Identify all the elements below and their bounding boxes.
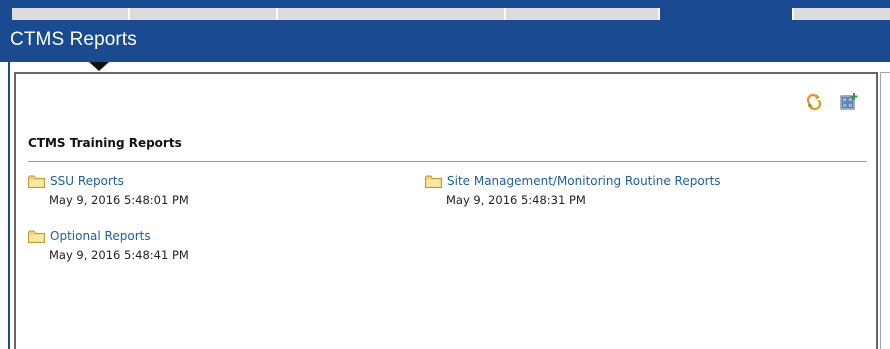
right-border-tick	[880, 72, 890, 73]
page-title: CTMS Reports	[10, 29, 137, 50]
folder-icon	[28, 230, 45, 243]
section-title: CTMS Training Reports	[28, 136, 182, 150]
add-panel-icon[interactable]	[839, 92, 859, 112]
refresh-icon[interactable]	[804, 92, 824, 112]
report-name[interactable]: Optional Reports	[50, 229, 151, 243]
report-date: May 9, 2016 5:48:01 PM	[49, 193, 189, 207]
left-border	[8, 62, 10, 349]
tab-1[interactable]	[12, 8, 128, 20]
tab-2[interactable]	[130, 8, 276, 20]
report-item: Optional Reports May 9, 2016 5:48:41 PM	[28, 229, 189, 262]
page: CTMS Reports CTMS Training Reports SSU R…	[0, 0, 890, 349]
folder-icon	[28, 175, 45, 188]
folder-icon	[425, 175, 442, 188]
report-item: Site Management/Monitoring Routine Repor…	[425, 174, 721, 207]
tab-6[interactable]	[794, 8, 890, 20]
report-link-optional[interactable]: Optional Reports	[28, 229, 189, 243]
header-bar: CTMS Reports	[0, 20, 890, 62]
report-link-site-management[interactable]: Site Management/Monitoring Routine Repor…	[425, 174, 721, 188]
report-name[interactable]: Site Management/Monitoring Routine Repor…	[447, 174, 721, 188]
tab-3[interactable]	[278, 8, 504, 20]
tab-4[interactable]	[506, 8, 658, 20]
report-item: SSU Reports May 9, 2016 5:48:01 PM	[28, 174, 189, 207]
report-date: May 9, 2016 5:48:31 PM	[446, 193, 586, 207]
tab-strip	[0, 0, 890, 20]
report-link-ssu[interactable]: SSU Reports	[28, 174, 189, 188]
panel-pointer-icon	[89, 62, 109, 71]
section-divider	[28, 161, 867, 162]
report-name[interactable]: SSU Reports	[50, 174, 124, 188]
reports-panel: CTMS Training Reports SSU Reports May 9,…	[14, 72, 878, 349]
tab-active[interactable]	[660, 8, 792, 20]
right-border	[880, 72, 881, 349]
report-date: May 9, 2016 5:48:41 PM	[49, 248, 189, 262]
